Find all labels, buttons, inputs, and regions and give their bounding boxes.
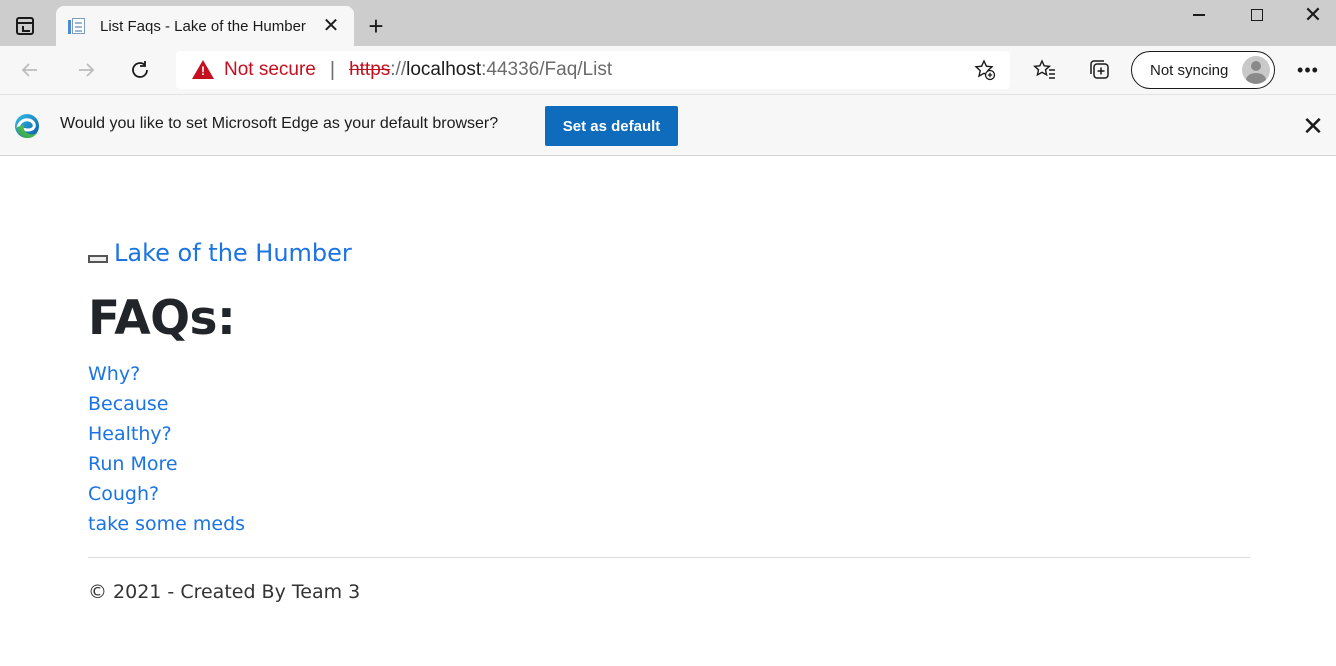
faq-link[interactable]: Healthy? [88, 423, 172, 445]
page-favicon-icon [68, 17, 86, 35]
sync-status-label: Not syncing [1150, 61, 1229, 79]
brand-link[interactable]: Lake of the Humber [114, 239, 352, 267]
avatar-icon [1242, 56, 1270, 84]
minimize-icon [1193, 14, 1205, 16]
page-content: Lake of the Humber FAQs: Why? Because He… [0, 157, 1336, 666]
url-path: :44336/Faq/List [481, 59, 613, 80]
list-item: Cough? [88, 479, 245, 509]
list-item: Why? [88, 359, 245, 389]
faq-link[interactable]: Run More [88, 453, 178, 475]
reload-icon[interactable] [124, 54, 156, 86]
security-status[interactable]: Not secure [224, 59, 316, 81]
warning-icon[interactable]: ! [192, 60, 214, 80]
collections-icon[interactable] [1086, 56, 1114, 84]
forward-arrow-icon[interactable] [70, 54, 102, 86]
favorites-icon[interactable] [1031, 56, 1059, 84]
edge-logo-icon [14, 113, 40, 139]
browser-toolbar: ! Not secure | https://localhost:44336/F… [0, 46, 1336, 94]
faq-link[interactable]: Cough? [88, 483, 159, 505]
tab-actions-button[interactable] [8, 12, 42, 40]
default-browser-infobar: Would you like to set Microsoft Edge as … [0, 94, 1336, 156]
more-options-icon[interactable]: ••• [1294, 56, 1322, 84]
maximize-icon [1251, 9, 1263, 21]
address-separator: | [329, 58, 336, 81]
add-favorite-star-icon[interactable] [974, 59, 996, 81]
tab-actions-icon [16, 17, 34, 35]
address-bar[interactable]: ! Not secure | https://localhost:44336/F… [176, 51, 1010, 89]
window-close-button[interactable]: ✕ [1290, 0, 1336, 30]
brand-logo-broken-image [88, 255, 108, 263]
url-scheme: https [349, 59, 391, 80]
page-title: FAQs: [88, 291, 236, 346]
set-as-default-button[interactable]: Set as default [545, 106, 678, 146]
faq-link[interactable]: Why? [88, 363, 140, 385]
faq-list: Why? Because Healthy? Run More Cough? ta… [88, 359, 245, 539]
tab-strip: List Faqs - Lake of the Humber ✕ + ✕ [0, 0, 1336, 46]
active-tab[interactable]: List Faqs - Lake of the Humber ✕ [56, 6, 354, 46]
window-minimize-button[interactable] [1176, 0, 1222, 30]
url-host: localhost [406, 59, 482, 80]
footer-divider [88, 557, 1250, 558]
list-item: take some meds [88, 509, 245, 539]
infobar-message: Would you like to set Microsoft Edge as … [60, 115, 499, 132]
window-maximize-button[interactable] [1234, 0, 1280, 30]
navbar-brand[interactable]: Lake of the Humber [88, 239, 352, 267]
tab-title: List Faqs - Lake of the Humber [100, 17, 306, 35]
url-scheme-separator: :// [390, 59, 407, 80]
new-tab-plus-icon[interactable]: + [362, 12, 390, 40]
profile-button[interactable]: Not syncing [1131, 51, 1275, 89]
list-item: Because [88, 389, 245, 419]
list-item: Run More [88, 449, 245, 479]
infobar-close-icon[interactable]: ✕ [1300, 113, 1326, 139]
tab-close-icon[interactable]: ✕ [320, 15, 342, 37]
list-item: Healthy? [88, 419, 245, 449]
back-arrow-icon[interactable] [14, 54, 46, 86]
faq-link[interactable]: Because [88, 393, 168, 415]
faq-link[interactable]: take some meds [88, 513, 245, 535]
footer-copyright: © 2021 - Created By Team 3 [88, 581, 361, 603]
